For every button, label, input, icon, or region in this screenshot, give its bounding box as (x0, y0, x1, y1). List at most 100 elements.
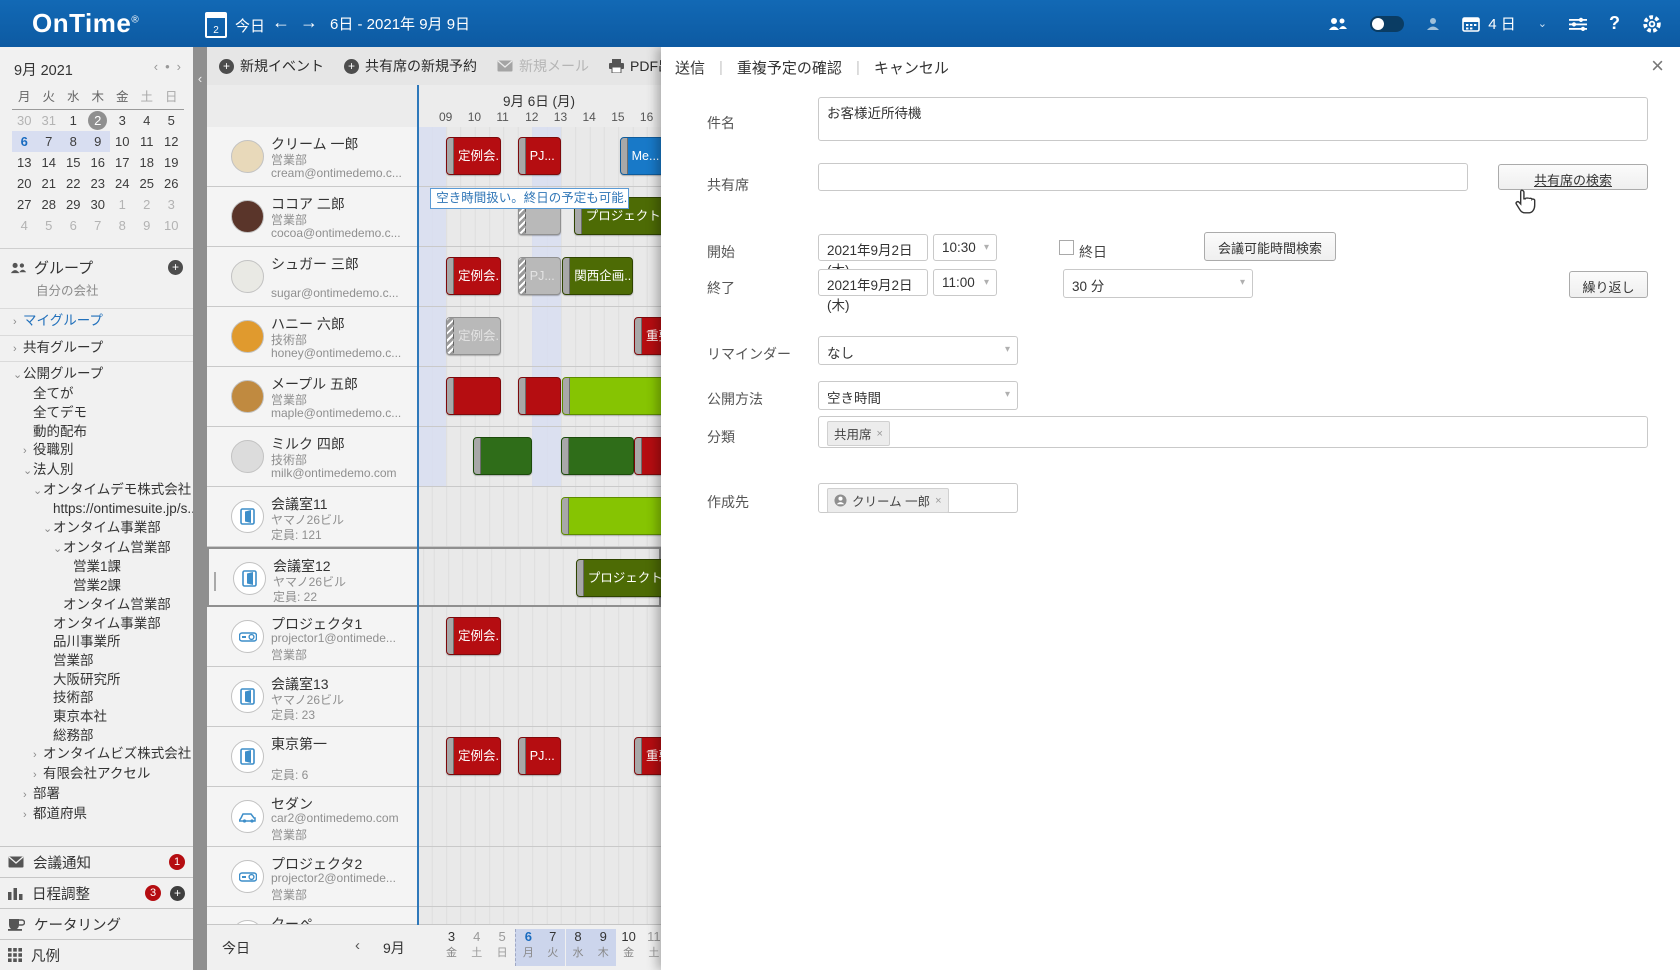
visibility-select[interactable]: 空き時間▾ (818, 381, 1018, 410)
duration-select[interactable]: 30 分▾ (1063, 269, 1253, 298)
owner-tag[interactable]: クリーム 一郎× (827, 488, 949, 513)
add-group-button[interactable]: + (168, 260, 183, 275)
minical-day[interactable]: 10 (159, 215, 184, 236)
tree-item-大阪研究所[interactable]: 大阪研究所 (0, 671, 193, 690)
strip-day-11[interactable]: 11土 (641, 929, 661, 960)
tree-item-オンタイムデモ株式会社[interactable]: ⌄オンタイムデモ株式会社 (0, 481, 193, 501)
tree-item-役職別[interactable]: ›役職別 (0, 441, 193, 461)
minical-day[interactable]: 13 (12, 152, 37, 173)
minical-day[interactable]: 16 (86, 152, 111, 173)
event-block[interactable]: 重要3 (634, 737, 661, 775)
tree-item-共有グループ[interactable]: ›共有グループ (0, 335, 193, 359)
minical-day[interactable]: 1 (110, 194, 135, 215)
tree-item-法人別[interactable]: ⌄法人別 (0, 461, 193, 481)
schedule-row-会議室13[interactable]: 会議室13ヤマノ26ビル定員: 23 (207, 667, 661, 727)
minical-day[interactable]: 30 (86, 194, 111, 215)
tree-item-公開グループ[interactable]: ⌄公開グループ (0, 361, 193, 385)
minical-day[interactable]: 22 (61, 173, 86, 194)
remove-tag-icon[interactable]: × (935, 495, 941, 507)
end-date-input[interactable]: 2021年9月2日 (木) (818, 269, 928, 296)
event-block[interactable]: 定例会... (446, 737, 501, 775)
tree-item-全てが[interactable]: 全てが (0, 385, 193, 404)
minical-day[interactable]: 23 (86, 173, 111, 194)
schedule-row-会議室12[interactable]: 会議室12ヤマノ26ビル定員: 22プロジェクトX (207, 547, 661, 607)
strip-day-9[interactable]: 9木 (591, 929, 616, 966)
event-block[interactable]: 定例会... (446, 317, 501, 355)
minical-day[interactable]: 8 (61, 131, 86, 152)
minical-prev-icon[interactable]: ‹ (154, 59, 158, 80)
minical-day[interactable]: 25 (135, 173, 160, 194)
tree-item-全てデモ[interactable]: 全てデモ (0, 404, 193, 423)
toolbar-button-共有席の新規予約[interactable]: +共有席の新規予約 (344, 56, 477, 76)
strip-day-8[interactable]: 8水 (566, 929, 591, 966)
minical-day[interactable]: 5 (37, 215, 62, 236)
minical-day[interactable]: 3 (110, 110, 135, 131)
minical-day[interactable]: 15 (61, 152, 86, 173)
tree-item-部署[interactable]: ›部署 (0, 785, 193, 805)
repeat-button[interactable]: 繰り返し (1569, 271, 1648, 298)
gear-icon[interactable] (1642, 14, 1662, 34)
minical-day[interactable]: 28 (37, 194, 62, 215)
checkbox[interactable] (214, 572, 216, 591)
minical-day[interactable]: 1 (61, 110, 86, 131)
toolbar-button-PDF出力[interactable]: PDF出力 (609, 56, 661, 76)
schedule-row-ミルク 四郎[interactable]: ミルク 四郎技術部milk@ontimedemo.com (207, 427, 661, 487)
sidebar-section-凡例[interactable]: 凡例 (0, 939, 193, 970)
check-duplicates-button[interactable]: 重複予定の確認 (737, 57, 842, 78)
schedule-row-シュガー 三郎[interactable]: シュガー 三郎sugar@ontimedemo.c...定例会...PJ...関… (207, 247, 661, 307)
minical-day[interactable]: 10 (110, 131, 135, 152)
minical-today-dot-icon[interactable]: • (165, 59, 170, 80)
minical-day[interactable]: 14 (37, 152, 62, 173)
minical-day[interactable]: 24 (110, 173, 135, 194)
tree-item-東京本社[interactable]: 東京本社 (0, 708, 193, 727)
strip-prev-icon[interactable]: ‹ (355, 937, 360, 954)
tree-item-有限会社アクセル[interactable]: ›有限会社アクセル (0, 765, 193, 785)
event-block[interactable] (561, 497, 661, 535)
view-toggle-switch[interactable] (1370, 16, 1404, 32)
sidebar-section-会議通知[interactable]: 会議通知1 (0, 846, 193, 877)
filter-settings-icon[interactable] (1569, 17, 1587, 31)
minical-day[interactable]: 2 (135, 194, 160, 215)
minical-day[interactable]: 9 (86, 131, 111, 152)
schedule-row-メープル 五郎[interactable]: メープル 五郎営業部maple@ontimedemo.c... (207, 367, 661, 427)
reminder-select[interactable]: なし▾ (818, 336, 1018, 365)
event-block[interactable] (446, 377, 501, 415)
tree-item-https://ontimesuite.jp/s...[interactable]: https://ontimesuite.jp/s... (0, 500, 193, 519)
minical-day[interactable]: 3 (159, 194, 184, 215)
strip-today-button[interactable]: 今日 (222, 938, 250, 958)
schedule-row-ハニー 六郎[interactable]: ハニー 六郎技術部honey@ontimedemo.c...定例会...重要3 (207, 307, 661, 367)
minical-day[interactable]: 19 (159, 152, 184, 173)
schedule-row-セダン[interactable]: セダンcar2@ontimedemo.com営業部 (207, 787, 661, 847)
tree-item-オンタイム事業部[interactable]: オンタイム事業部 (0, 615, 193, 634)
category-field[interactable]: 共用席× (818, 416, 1648, 448)
tree-item-技術部[interactable]: 技術部 (0, 689, 193, 708)
event-block[interactable] (518, 377, 561, 415)
person-view-icon[interactable] (1426, 17, 1440, 31)
event-block[interactable] (562, 377, 661, 415)
strip-day-10[interactable]: 10金 (616, 929, 641, 960)
tree-item-動的配布[interactable]: 動的配布 (0, 423, 193, 442)
event-block[interactable]: PJ... (518, 257, 561, 295)
strip-day-7[interactable]: 7火 (540, 929, 565, 966)
minical-day[interactable]: 27 (12, 194, 37, 215)
minical-day[interactable]: 31 (37, 110, 62, 131)
tree-item-オンタイム営業部[interactable]: オンタイム営業部 (0, 596, 193, 615)
minical-day[interactable]: 7 (37, 131, 62, 152)
schedule-row-クリーム 一郎[interactable]: クリーム 一郎営業部cream@ontimedemo.c...定例会...PJ.… (207, 127, 661, 187)
minical-day[interactable]: 11 (135, 131, 160, 152)
owner-field[interactable]: クリーム 一郎× (818, 483, 1018, 513)
subject-input[interactable]: お客様近所待機 (818, 97, 1648, 141)
close-icon[interactable]: × (1651, 55, 1664, 77)
tree-item-営業部[interactable]: 営業部 (0, 652, 193, 671)
end-time-select[interactable]: 11:00▾ (933, 269, 997, 296)
tree-item-オンタイム事業部[interactable]: ⌄オンタイム事業部 (0, 519, 193, 539)
tree-item-オンタイム営業部[interactable]: ⌄オンタイム営業部 (0, 539, 193, 559)
strip-day-4[interactable]: 4土 (464, 929, 489, 960)
event-block[interactable] (561, 437, 634, 475)
tree-item-オンタイムビズ株式会社[interactable]: ›オンタイムビズ株式会社 (0, 745, 193, 765)
minical-next-icon[interactable]: › (177, 59, 181, 80)
schedule-row-東京第一[interactable]: 東京第一定員: 6定例会...PJ...重要3 (207, 727, 661, 787)
schedule-row-ココア 二郎[interactable]: ココア 二郎営業部cocoa@ontimedemo.c...プロジェクトX空き時… (207, 187, 661, 247)
event-block[interactable]: PJ... (518, 737, 561, 775)
tree-item-営業1課[interactable]: 営業1課 (0, 558, 193, 577)
